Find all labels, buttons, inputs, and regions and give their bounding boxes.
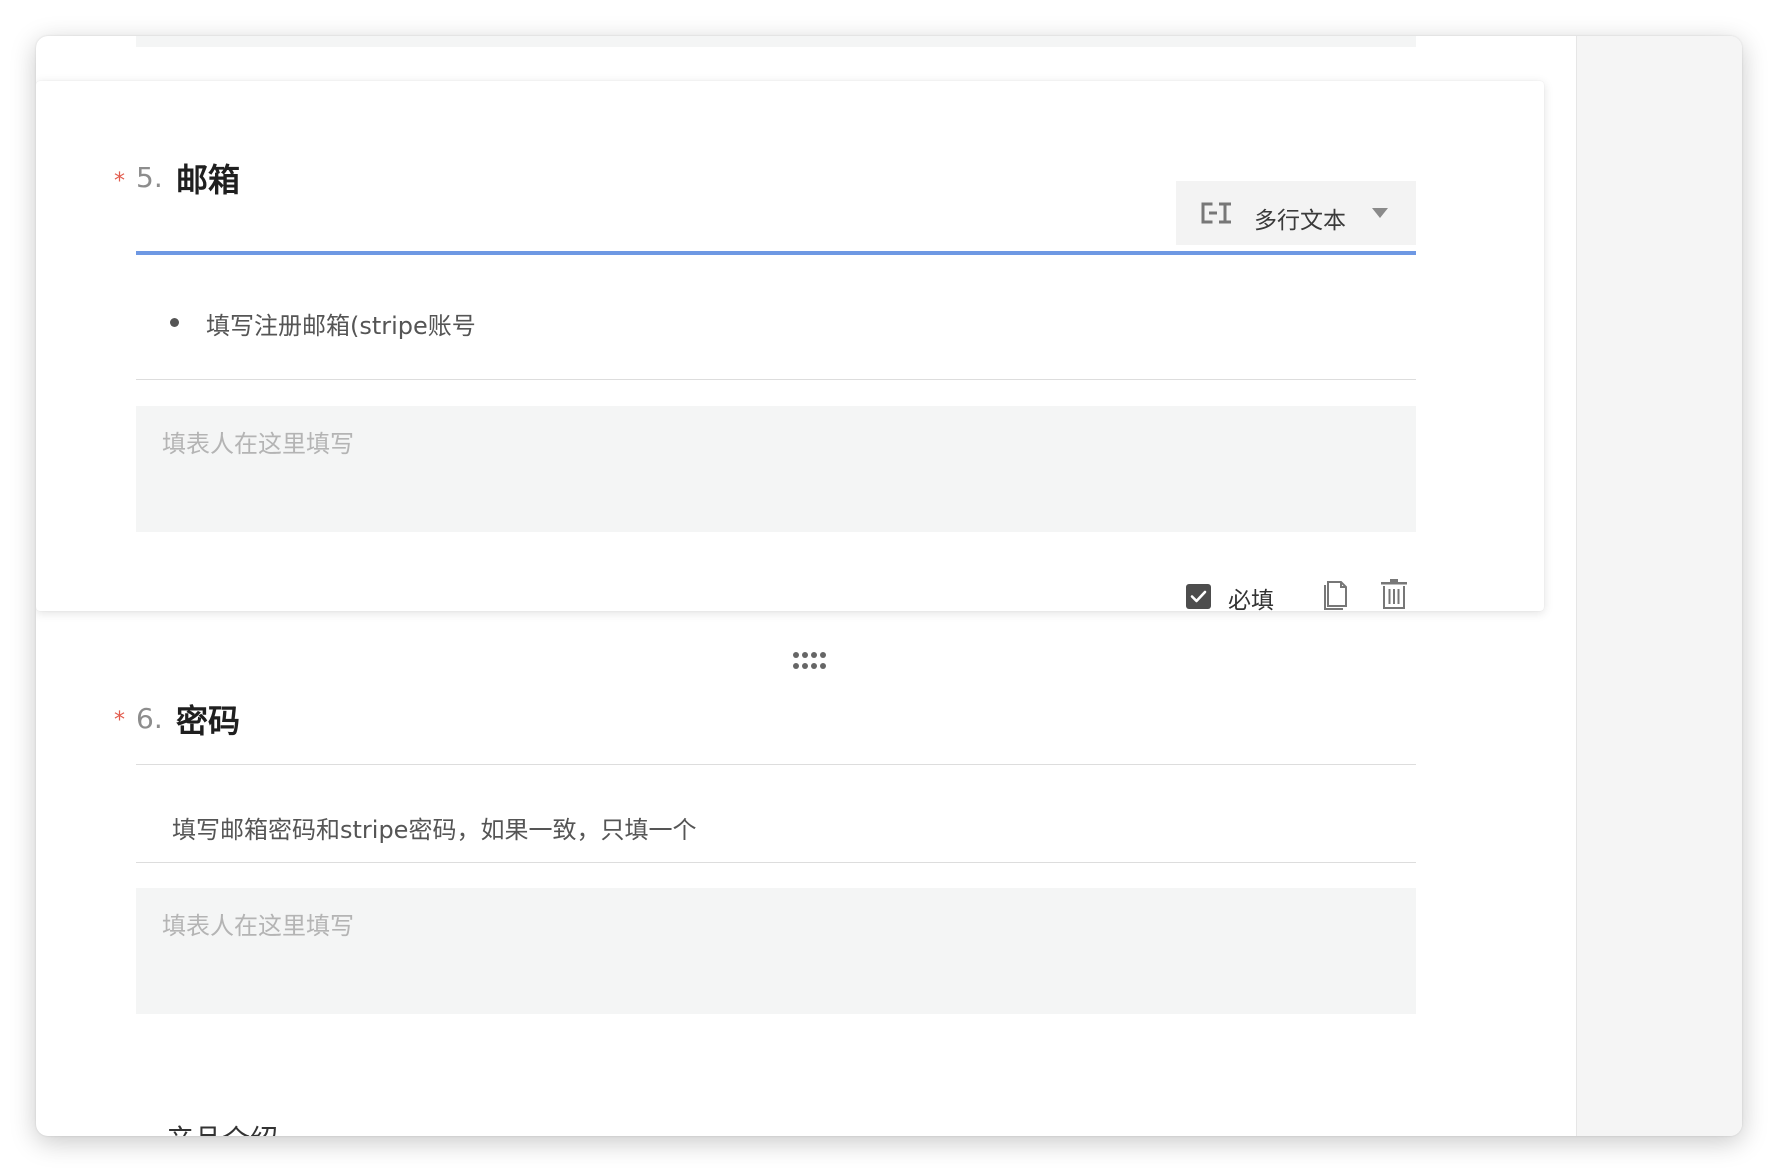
answer-placeholder: 填表人在这里填写 (162, 430, 354, 458)
question-title-input[interactable]: 邮箱 (176, 155, 240, 201)
required-checkbox[interactable] (1186, 584, 1211, 609)
bullet-icon (170, 318, 179, 327)
multiline-text-icon (1201, 202, 1231, 224)
required-label[interactable]: 必填 (1228, 581, 1274, 615)
answer-textarea[interactable]: 填表人在这里填写 (136, 888, 1416, 1014)
title-divider (136, 764, 1416, 765)
question-description[interactable]: 填写注册邮箱(stripe账号 (206, 306, 476, 341)
required-asterisk: * (114, 708, 125, 733)
previous-question-card-edge (136, 36, 1416, 47)
answer-placeholder: 填表人在这里填写 (162, 912, 354, 940)
question-description[interactable]: 填写邮箱密码和stripe密码，如果一致，只填一个 (172, 810, 696, 845)
chevron-down-icon (1372, 208, 1388, 218)
answer-textarea[interactable]: 填表人在这里填写 (136, 406, 1416, 532)
question-card-5[interactable]: * 5. 邮箱 多行文本 填写注册邮箱(stripe账号 填表人在这里填写 必填 (36, 81, 1544, 614)
form-editor-window: * 5. 邮箱 多行文本 填写注册邮箱(stripe账号 填表人在这里填写 必填… (36, 36, 1742, 1136)
right-side-panel (1576, 36, 1742, 1136)
question-type-dropdown[interactable]: 多行文本 (1176, 181, 1416, 245)
description-divider (136, 862, 1416, 863)
question-number: 6. (136, 702, 163, 735)
copy-icon[interactable] (1324, 578, 1350, 610)
description-divider (136, 379, 1416, 380)
question-number: 5. (136, 161, 163, 194)
trash-icon[interactable] (1380, 578, 1408, 610)
required-asterisk: * (114, 169, 125, 194)
drag-handle-icon[interactable] (792, 651, 826, 671)
question-type-label: 多行文本 (1254, 208, 1346, 234)
checkmark-icon (1190, 590, 1207, 603)
next-question-title-peek: 产品介绍 (166, 1118, 278, 1136)
question-title[interactable]: 密码 (176, 696, 240, 742)
title-focus-underline (136, 251, 1416, 255)
